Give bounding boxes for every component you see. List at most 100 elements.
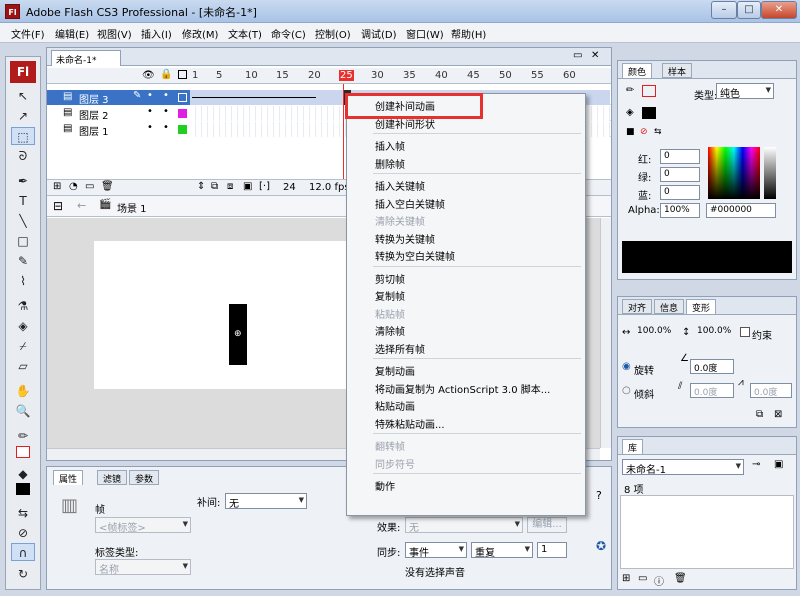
menu-insert[interactable]: 插入(I) [141, 26, 172, 41]
new-symbol-icon[interactable]: ⊞ [622, 573, 630, 584]
layer-color-swatch[interactable] [178, 125, 187, 134]
fill-swatch-icon[interactable] [11, 482, 35, 500]
context-menu-item[interactable]: 复制动画 [347, 361, 585, 378]
swap-colors-icon[interactable]: ⇆ [11, 504, 35, 522]
fill-bucket-icon[interactable]: ◈ [626, 107, 634, 118]
new-library-icon[interactable]: ▣ [774, 459, 783, 470]
skew-vertical-input[interactable]: 0.0度 [750, 383, 792, 398]
hex-input[interactable]: #000000 [706, 203, 776, 218]
context-menu-item[interactable]: 插入帧 [347, 136, 585, 153]
snap-magnet-icon[interactable]: ∩ [11, 543, 35, 561]
library-document-select[interactable]: 未命名-1 [622, 459, 744, 476]
smooth-icon[interactable]: ↻ [11, 565, 35, 583]
add-guide-icon[interactable]: ◔ [69, 181, 78, 192]
label-type-select[interactable]: 名称 [95, 559, 191, 576]
rotate-radio[interactable]: ◉ [622, 361, 631, 372]
onion-outline-icon[interactable]: ⧈ [227, 181, 233, 192]
menu-commands[interactable]: 命令(C) [271, 26, 306, 41]
lock-dot-icon[interactable]: • [163, 90, 169, 101]
tab-transform[interactable]: 变形 [686, 299, 717, 314]
layer-color-swatch[interactable] [178, 109, 187, 118]
edit-button[interactable]: 编辑... [527, 517, 567, 533]
menu-modify[interactable]: 修改(M) [182, 26, 218, 41]
stroke-pencil-icon[interactable]: ✏ [626, 85, 634, 96]
constrain-checkbox[interactable] [740, 327, 750, 337]
no-color-icon[interactable]: ⊘ [11, 524, 35, 542]
context-menu-item[interactable]: 粘贴动画 [347, 396, 585, 413]
skew-radio[interactable]: ○ [622, 385, 631, 396]
tab-info[interactable]: 信息 [654, 299, 685, 314]
zoom-tool-icon[interactable]: 🔍 [11, 402, 35, 420]
stage-vertical-scrollbar[interactable] [600, 218, 611, 448]
scale-height-input[interactable]: 100.0% [694, 325, 738, 340]
context-menu-item[interactable]: 转换为空白关键帧 [347, 246, 585, 263]
green-input[interactable]: 0 [660, 167, 700, 182]
back-arrow-icon[interactable]: ← [77, 199, 86, 212]
scale-width-input[interactable]: 100.0% [634, 325, 678, 340]
rotate-input[interactable]: 0.0度 [690, 359, 734, 374]
new-folder-icon[interactable]: ▭ [638, 573, 647, 584]
menu-help[interactable]: 帮助(H) [451, 26, 486, 41]
layer-name[interactable]: 图层 1 [79, 123, 109, 138]
help-icon[interactable]: ? [596, 489, 602, 502]
insert-folder-icon[interactable]: ▭ [85, 181, 94, 192]
doc-close-icon[interactable]: ✕ [591, 50, 599, 61]
alpha-input[interactable]: 100% [660, 203, 700, 218]
frame-label-input[interactable]: <帧标签> [95, 517, 191, 534]
timeline-toggle-icon[interactable]: ⊟ [53, 199, 63, 213]
selection-tool-icon[interactable]: ↖ [11, 87, 35, 105]
tab-parameters[interactable]: 参数 [129, 470, 160, 485]
stage[interactable]: ⊕ [94, 241, 354, 389]
context-menu-item[interactable]: 选择所有帧 [347, 339, 585, 356]
visibility-dot-icon[interactable]: • [147, 106, 153, 117]
context-menu-item[interactable]: 转换为关键帧 [347, 229, 585, 246]
stroke-swatch-icon[interactable] [11, 445, 35, 463]
accessibility-icon[interactable]: ✪ [596, 539, 606, 553]
minimize-button[interactable]: – [711, 1, 737, 19]
outline-icon[interactable] [178, 70, 187, 79]
close-button[interactable]: ✕ [761, 1, 797, 19]
reset-transform-icon[interactable]: ⊠ [774, 409, 782, 420]
paint-bucket-tool-icon[interactable]: ◈ [11, 317, 35, 335]
menu-view[interactable]: 视图(V) [97, 26, 132, 41]
context-menu-item[interactable]: 清除帧 [347, 321, 585, 338]
visibility-dot-icon[interactable]: • [147, 90, 153, 101]
fill-color-icon[interactable]: ◆ [11, 465, 35, 483]
brightness-slider[interactable] [764, 147, 776, 199]
doc-restore-icon[interactable]: ▭ [573, 50, 582, 61]
visibility-dot-icon[interactable]: • [147, 122, 153, 133]
insert-layer-icon[interactable]: ⊞ [53, 181, 61, 192]
copy-transform-icon[interactable]: ⧉ [756, 409, 763, 420]
line-tool-icon[interactable]: ╲ [11, 212, 35, 230]
onion-skin-icon[interactable]: ⧉ [211, 181, 218, 192]
properties-icon[interactable]: ⓘ [654, 573, 664, 588]
sync-select[interactable]: 事件 [405, 542, 467, 559]
skew-horizontal-input[interactable]: 0.0度 [690, 383, 734, 398]
tab-swatches[interactable]: 样本 [662, 63, 693, 78]
blue-input[interactable]: 0 [660, 185, 700, 200]
delete-layer-icon[interactable]: 🗑 [101, 181, 114, 192]
free-transform-tool-icon[interactable]: ⬚ [11, 127, 35, 145]
eyedropper-tool-icon[interactable]: ⌿ [11, 337, 35, 355]
delete-icon[interactable]: 🗑 [674, 573, 687, 584]
ink-bottle-tool-icon[interactable]: ⚗ [11, 297, 35, 315]
hand-tool-icon[interactable]: ✋ [11, 382, 35, 400]
context-menu-item[interactable]: 插入空白关键帧 [347, 194, 585, 211]
text-tool-icon[interactable]: T [11, 192, 35, 210]
context-menu-item[interactable]: 复制帧 [347, 286, 585, 303]
black-white-icon[interactable]: ■ [626, 127, 635, 137]
context-menu-item[interactable]: 動作 [347, 476, 585, 493]
tab-color[interactable]: 颜色 [622, 63, 653, 78]
eye-icon[interactable]: 👁 [142, 70, 155, 81]
frame-ruler[interactable]: 1 5 10 15 20 25 30 35 40 45 50 55 60 [190, 68, 610, 84]
repeat-select[interactable]: 重复 [471, 542, 533, 559]
subselection-tool-icon[interactable]: ↗ [11, 107, 35, 125]
lasso-tool-icon[interactable]: ᘐ [11, 147, 35, 165]
tab-properties[interactable]: 属性 [53, 470, 84, 485]
menu-text[interactable]: 文本(T) [228, 26, 262, 41]
brush-tool-icon[interactable]: ⌇ [11, 272, 35, 290]
tab-align[interactable]: 对齐 [622, 299, 653, 314]
pencil-tool-icon[interactable]: ✎ [11, 252, 35, 270]
center-frame-icon[interactable]: ⇕ [197, 181, 205, 192]
effect-select[interactable]: 无 [405, 517, 523, 534]
